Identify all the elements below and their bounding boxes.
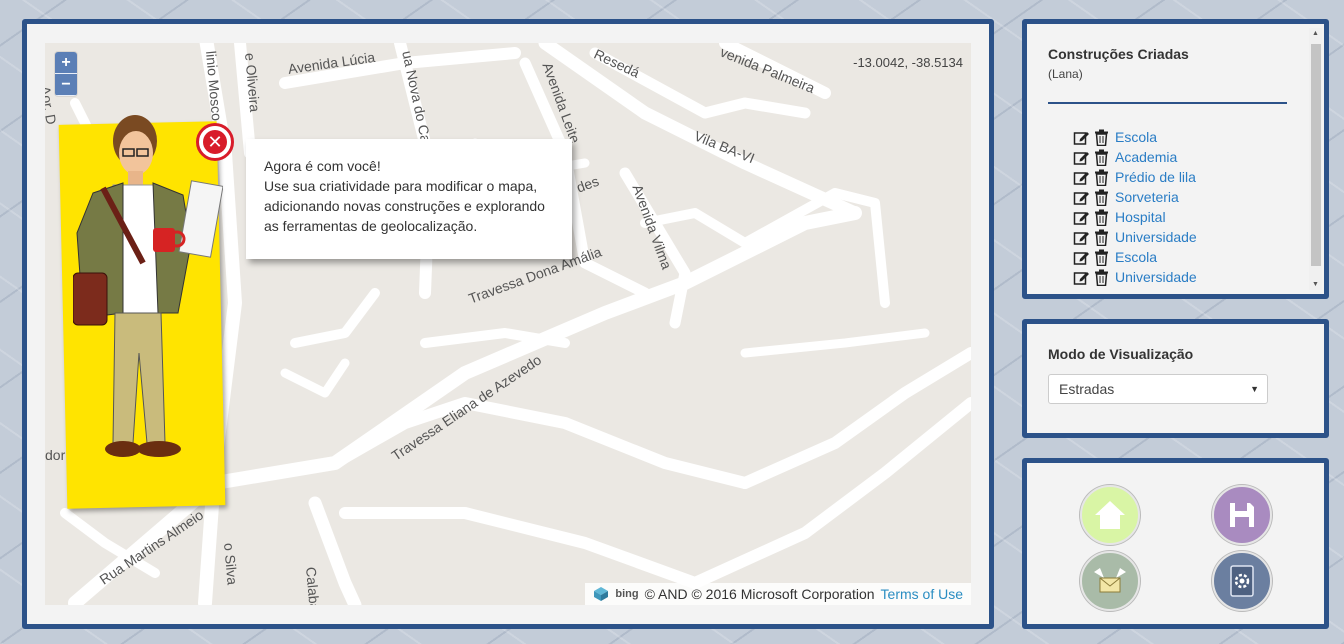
- chevron-down-icon: ▼: [1250, 384, 1259, 394]
- construction-item: Sorveteria: [1073, 187, 1308, 207]
- actions-panel: [1022, 458, 1329, 629]
- settings-icon: [1230, 565, 1254, 597]
- mail-icon: [1094, 568, 1126, 593]
- construction-link[interactable]: Escola: [1115, 249, 1157, 265]
- edit-icon[interactable]: [1073, 169, 1090, 186]
- construction-item: Escola: [1073, 127, 1308, 147]
- map-attribution: bing © AND © 2016 Microsoft Corporation …: [585, 583, 971, 605]
- construction-link[interactable]: Prédio de lila: [1115, 169, 1196, 185]
- delete-icon[interactable]: [1093, 249, 1110, 266]
- constructions-owner: (Lana): [1048, 67, 1083, 81]
- construction-item: Hospital: [1073, 207, 1308, 227]
- copyright-text: © AND © 2016 Microsoft Corporation: [644, 586, 875, 602]
- construction-link[interactable]: Escola: [1115, 129, 1157, 145]
- close-icon: ✕: [203, 130, 227, 154]
- view-mode-title: Modo de Visualização: [1048, 346, 1194, 362]
- terms-of-use-link[interactable]: Terms of Use: [881, 586, 963, 602]
- delete-icon[interactable]: [1093, 229, 1110, 246]
- coordinates-readout: -13.0042, -38.5134: [853, 55, 963, 70]
- settings-button[interactable]: [1212, 551, 1272, 611]
- delete-icon[interactable]: [1093, 209, 1110, 226]
- view-mode-panel: Modo de Visualização Estradas ▼: [1022, 319, 1329, 438]
- bing-logo: bing: [615, 588, 639, 600]
- delete-icon[interactable]: [1093, 169, 1110, 186]
- speech-line: as ferramentas de geolocalização.: [264, 218, 478, 234]
- scrollbar-thumb[interactable]: [1311, 44, 1321, 266]
- tutorial-speech-bubble: Agora é com você! Use sua criatividade p…: [246, 139, 572, 259]
- save-button[interactable]: [1212, 485, 1272, 545]
- edit-icon[interactable]: [1073, 129, 1090, 146]
- zoom-control: + −: [55, 52, 77, 96]
- edit-icon[interactable]: [1073, 249, 1090, 266]
- speech-line: adicionando novas construções e exploran…: [264, 198, 545, 214]
- edit-icon[interactable]: [1073, 209, 1090, 226]
- delete-icon[interactable]: [1093, 129, 1110, 146]
- save-icon: [1230, 503, 1254, 527]
- home-button[interactable]: [1080, 485, 1140, 545]
- edit-icon[interactable]: [1073, 189, 1090, 206]
- zoom-out-button[interactable]: −: [55, 74, 77, 96]
- constructions-list: Escola Academia Prédio de lila Sorveteria Ho…: [1073, 127, 1308, 287]
- construction-link[interactable]: Academia: [1115, 149, 1177, 165]
- edit-icon[interactable]: [1073, 149, 1090, 166]
- delete-icon[interactable]: [1093, 269, 1110, 286]
- character-illustration: [73, 115, 223, 457]
- constructions-title: Construções Criadas: [1048, 46, 1189, 62]
- map-panel: Avenida Lúcia Resedá venida Palmeira Vil…: [22, 19, 994, 629]
- construction-item: Academia: [1073, 147, 1308, 167]
- speech-line: Agora é com você!: [264, 158, 381, 174]
- view-mode-select[interactable]: Estradas ▼: [1048, 374, 1268, 404]
- divider: [1048, 102, 1287, 104]
- construction-link[interactable]: Universidade: [1115, 269, 1197, 285]
- scroll-down-icon[interactable]: ▼: [1312, 281, 1319, 288]
- construction-link[interactable]: Universidade: [1115, 229, 1197, 245]
- edit-icon[interactable]: [1073, 229, 1090, 246]
- construction-item: Prédio de lila: [1073, 167, 1308, 187]
- speech-line: Use sua criatividade para modificar o ma…: [264, 178, 538, 194]
- mail-button[interactable]: [1080, 551, 1140, 611]
- delete-icon[interactable]: [1093, 189, 1110, 206]
- road-label: dor: [45, 447, 66, 463]
- edit-icon[interactable]: [1073, 269, 1090, 286]
- close-tutorial-button[interactable]: ✕: [196, 123, 234, 161]
- construction-link[interactable]: Hospital: [1115, 209, 1166, 225]
- construction-item: Universidade: [1073, 227, 1308, 247]
- delete-icon[interactable]: [1093, 149, 1110, 166]
- view-mode-selected: Estradas: [1059, 381, 1115, 397]
- construction-item: Escola: [1073, 247, 1308, 267]
- construction-link[interactable]: Sorveteria: [1115, 189, 1179, 205]
- bing-maps-icon: [594, 587, 609, 601]
- construction-item: Universidade: [1073, 267, 1308, 287]
- zoom-in-button[interactable]: +: [55, 52, 77, 74]
- map-view[interactable]: Avenida Lúcia Resedá venida Palmeira Vil…: [45, 43, 971, 605]
- home-icon: [1095, 501, 1125, 529]
- constructions-content: Construções Criadas (Lana) Escola Academi…: [1027, 24, 1308, 294]
- constructions-panel: Construções Criadas (Lana) Escola Academi…: [1022, 19, 1329, 299]
- constructions-scrollbar[interactable]: ▲ ▼: [1309, 28, 1322, 290]
- scroll-up-icon[interactable]: ▲: [1312, 30, 1319, 37]
